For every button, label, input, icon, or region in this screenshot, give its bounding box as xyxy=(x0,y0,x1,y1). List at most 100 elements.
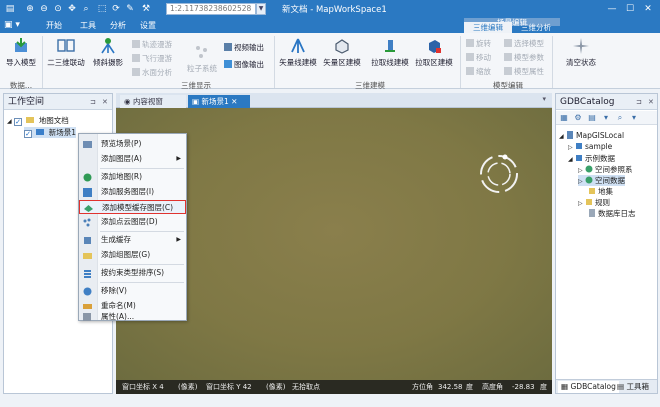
gdbcatalog-toolbar: ▦ ⚙ ▤ ▾ ⌕ ▾ xyxy=(556,111,657,125)
cm-add-layer[interactable]: 添加图层(A) ▶ xyxy=(79,152,186,166)
group-separator xyxy=(42,36,43,88)
catalog-add-icon[interactable]: ▤ xyxy=(587,113,597,123)
zoom-out-icon[interactable]: ⊖ xyxy=(38,3,50,15)
image-output-button[interactable]: 图像输出 xyxy=(224,59,264,70)
pin-icon[interactable]: ⊐ xyxy=(90,98,96,106)
measure-icon[interactable]: ✎ xyxy=(124,3,136,15)
catalog-item-map-set[interactable]: 地集 xyxy=(588,186,613,197)
catalog-connect-icon[interactable]: ⚙ xyxy=(573,113,583,123)
refresh-icon[interactable]: ⟳ xyxy=(110,3,122,15)
tab-scene1[interactable]: ▣ 新场景1 ✕ xyxy=(188,95,250,108)
menu-start[interactable]: 开始 xyxy=(46,20,62,31)
cm-preview-scene[interactable]: 预览场景(P) xyxy=(79,137,186,151)
catalog-item-example[interactable]: ◢ 示例数据 xyxy=(568,153,615,164)
catalog-item-rules[interactable]: ▷ 规则 xyxy=(578,197,610,208)
cm-add-point-cloud-layer[interactable]: 添加点云图层(D) xyxy=(79,215,186,229)
vector-line-model-button[interactable]: 矢量线建模 xyxy=(278,37,318,68)
cm-remove[interactable]: 移除(V) xyxy=(79,284,186,298)
vector-area-model-button[interactable]: 矢量区建模 xyxy=(322,37,362,68)
video-icon xyxy=(224,43,232,51)
video-output-button[interactable]: 视频输出 xyxy=(224,42,264,53)
pin-icon[interactable]: ⊐ xyxy=(636,98,642,106)
cm-generate-cache[interactable]: 生成缓存 ▶ xyxy=(79,233,186,247)
catalog-item-spatial-ref[interactable]: ▷ 空间参照系 xyxy=(578,164,633,175)
catalog-search-icon[interactable]: ⌕ xyxy=(615,113,625,123)
status-bar: 窗口坐标 X 4 (像素) 窗口坐标 Y 42 (像素) 无拾取点 方位角 34… xyxy=(116,380,552,394)
catalog-refresh-icon[interactable]: ▦ xyxy=(559,113,569,123)
maximize-icon[interactable]: ☐ xyxy=(622,2,638,16)
right-bottom-tabs: ▦ GDBCatalog ▤ 工具箱 xyxy=(556,379,657,393)
remove-icon xyxy=(83,287,92,296)
menu-analysis[interactable]: 分析 xyxy=(110,20,126,31)
cm-add-group-layer[interactable]: 添加组图层(G) xyxy=(79,248,186,262)
import-model-button[interactable]: 导入模型 xyxy=(4,37,38,68)
particle-button[interactable]: 粒子系统 xyxy=(184,43,220,74)
close-pane-icon[interactable]: ✕ xyxy=(102,98,108,106)
catalog-item-db-log[interactable]: 数据库日志 xyxy=(588,208,636,219)
restore-view-icon[interactable]: ⊙ xyxy=(52,3,64,15)
move-button[interactable]: 移动 xyxy=(466,52,491,63)
close-pane-icon[interactable]: ✕ xyxy=(648,98,654,106)
ribbon: 导入模型 数据... 二三维联动 倾斜摄影 轨迹漫游 飞行漫游 水面分析 粒子系… xyxy=(0,33,660,90)
cm-rename[interactable]: 重命名(M) xyxy=(79,299,186,313)
zoom-extent-icon[interactable]: ⌕ xyxy=(80,3,92,15)
extrude-line-model-button[interactable]: 拉取线建模 xyxy=(370,37,410,68)
select-model-button[interactable]: 选择模型 xyxy=(504,38,544,49)
app-button[interactable]: ▣ ▾ xyxy=(4,20,20,30)
catalog-item-spatial-data[interactable]: ▷ 空间数据 xyxy=(578,175,626,186)
scale-dropdown-icon[interactable]: ▼ xyxy=(256,3,266,15)
select-model-icon xyxy=(504,39,512,47)
tab-content-view[interactable]: ◉ 内容视窗 xyxy=(120,95,186,108)
model-param-icon xyxy=(504,53,512,61)
scale-button[interactable]: 缩放 xyxy=(466,66,491,77)
catalog-dropdown-icon[interactable]: ▾ xyxy=(629,113,639,123)
cm-properties[interactable]: 属性(A)... xyxy=(79,313,186,321)
zoom-in-icon[interactable]: ⊕ xyxy=(24,3,36,15)
gdbcatalog-pane: GDBCatalog ⊐ ✕ ▦ ⚙ ▤ ▾ ⌕ ▾ ◢ MapGISLocal… xyxy=(555,93,658,394)
catalog-folder-icon[interactable]: ▾ xyxy=(601,113,611,123)
menu-tools[interactable]: 工具 xyxy=(80,20,96,31)
tab-list-icon[interactable]: ▾ xyxy=(542,95,546,103)
catalog-item-sample[interactable]: ▷ sample xyxy=(568,142,612,151)
properties-icon xyxy=(83,313,91,321)
tab-3d-edit[interactable]: 三维编辑 xyxy=(464,22,512,33)
cm-sort-by-type[interactable]: 按约束类型排序(S) xyxy=(79,266,186,280)
compass-icon[interactable] xyxy=(477,152,521,196)
extrude-area-icon xyxy=(429,40,441,53)
tab-toolbox[interactable]: ▤ 工具箱 xyxy=(614,381,652,393)
select-icon[interactable]: ⬚ xyxy=(96,3,108,15)
checkbox-icon[interactable]: ✓ xyxy=(24,130,32,138)
checkbox-icon[interactable]: ✓ xyxy=(14,118,23,126)
track-roam-button[interactable]: 轨迹漫游 xyxy=(132,39,172,50)
tree-root-document[interactable]: ◢ ✓ 地图文档 xyxy=(7,115,69,126)
model-attr-button[interactable]: 模型属性 xyxy=(504,66,544,77)
minimize-icon[interactable]: — xyxy=(604,2,620,16)
close-icon[interactable]: ✕ xyxy=(640,2,656,16)
clear-state-icon xyxy=(573,38,589,54)
cm-add-service-layer[interactable]: 添加服务图层(I) xyxy=(79,185,186,199)
linkage-2d3d-button[interactable]: 二三维联动 xyxy=(46,37,86,68)
tab-gdbcatalog[interactable]: ▦ GDBCatalog xyxy=(558,381,619,393)
menu-separator xyxy=(100,168,184,169)
catalog-root[interactable]: ◢ MapGISLocal xyxy=(559,131,624,140)
tool-icon[interactable]: ⚒ xyxy=(140,3,152,15)
tree-item-scene1[interactable]: ✓ 新场景1 xyxy=(24,127,77,138)
water-analysis-button[interactable]: 水面分析 xyxy=(132,67,172,78)
model-param-button[interactable]: 模型参数 xyxy=(504,52,544,63)
cm-add-model-cache-layer[interactable]: 添加模型缓存图层(C) xyxy=(79,200,186,214)
oblique-button[interactable]: 倾斜摄影 xyxy=(88,37,128,68)
cm-add-map[interactable]: 添加地图(R) xyxy=(79,170,186,184)
rotate-button[interactable]: 旋转 xyxy=(466,38,491,49)
scale-input[interactable]: 1:2.11738238602528 xyxy=(166,3,256,15)
app-menu-icon[interactable]: ▤ xyxy=(4,3,16,15)
oblique-icon xyxy=(101,38,115,54)
pan-icon[interactable]: ✥ xyxy=(66,3,78,15)
fly-roam-button[interactable]: 飞行漫游 xyxy=(132,53,172,64)
model-attr-icon xyxy=(504,67,512,75)
status-elev-label: 高度角 xyxy=(482,383,503,391)
clear-state-button[interactable]: 清空状态 xyxy=(560,37,602,68)
menu-settings[interactable]: 设置 xyxy=(140,20,156,31)
extrude-area-model-button[interactable]: 拉取区建模 xyxy=(414,37,454,68)
tab-3d-analysis[interactable]: 三维分析 xyxy=(512,22,560,33)
layers-icon xyxy=(585,176,593,184)
